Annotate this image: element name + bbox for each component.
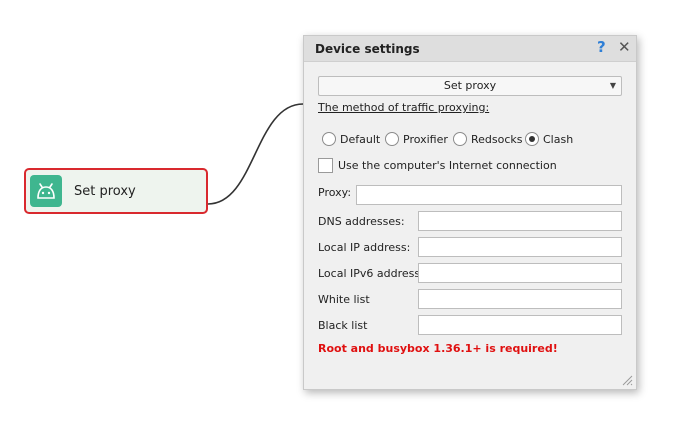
- dns-input[interactable]: [418, 211, 622, 231]
- radio-label: Proxifier: [403, 132, 448, 146]
- radio-circle-icon: [322, 132, 336, 146]
- radio-default[interactable]: Default: [322, 132, 380, 146]
- set-proxy-node[interactable]: Set proxy: [24, 168, 208, 214]
- node-label: Set proxy: [74, 183, 136, 199]
- root-required-warning: Root and busybox 1.36.1+ is required!: [318, 342, 558, 355]
- dropdown-arrow-icon: ▼: [609, 81, 616, 90]
- device-settings-dialog: Device settings ? ✕ Set proxy ▼ The meth…: [303, 35, 637, 390]
- dialog-title: Device settings: [315, 42, 420, 56]
- radio-label: Redsocks: [471, 132, 523, 146]
- action-select-value: Set proxy: [443, 79, 497, 92]
- radio-clash[interactable]: Clash: [525, 132, 573, 146]
- close-button[interactable]: ✕: [618, 38, 631, 56]
- checkbox-label: Use the computer's Internet connection: [338, 159, 557, 172]
- dialog-titlebar[interactable]: Device settings ? ✕: [304, 36, 636, 62]
- action-select[interactable]: Set proxy ▼: [318, 76, 622, 96]
- radio-circle-icon: [453, 132, 467, 146]
- radio-redsocks[interactable]: Redsocks: [453, 132, 523, 146]
- black-list-input[interactable]: [418, 315, 622, 335]
- white-list-input[interactable]: [418, 289, 622, 309]
- android-icon: [30, 175, 62, 207]
- radio-proxifier[interactable]: Proxifier: [385, 132, 448, 146]
- black-list-label: Black list: [318, 319, 368, 332]
- radio-circle-icon: [385, 132, 399, 146]
- radio-label: Clash: [543, 132, 574, 146]
- help-button[interactable]: ?: [597, 38, 606, 56]
- proxy-label: Proxy:: [318, 186, 352, 199]
- local-ip-input[interactable]: [418, 237, 622, 257]
- local-ipv6-input[interactable]: [418, 263, 622, 283]
- workflow-canvas[interactable]: Set proxy Device settings ? ✕ Set proxy …: [0, 0, 682, 422]
- radio-label: Default: [340, 132, 381, 146]
- radio-selected-icon: [525, 132, 539, 146]
- checkbox-icon: [318, 158, 333, 173]
- resize-grip-icon[interactable]: [621, 374, 633, 386]
- proxy-input[interactable]: [356, 185, 622, 205]
- use-computer-connection-checkbox[interactable]: Use the computer's Internet connection: [318, 158, 557, 173]
- local-ip-label: Local IP address:: [318, 241, 411, 254]
- proxy-method-label: The method of traffic proxying:: [318, 101, 490, 114]
- local-ipv6-label: Local IPv6 address:: [318, 267, 424, 280]
- white-list-label: White list: [318, 293, 370, 306]
- dns-label: DNS addresses:: [318, 215, 405, 228]
